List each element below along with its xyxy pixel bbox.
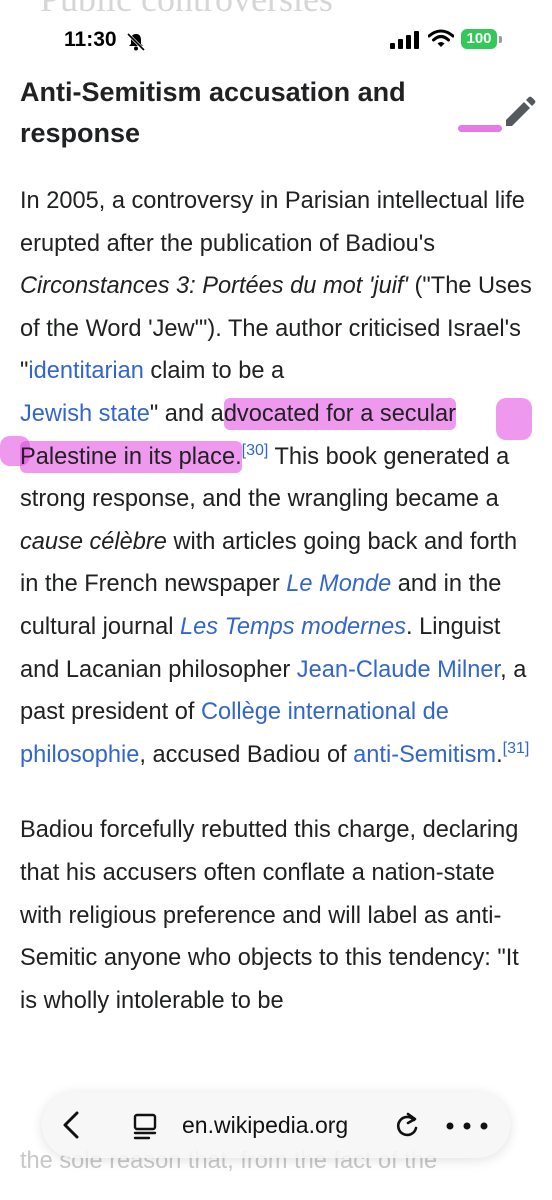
reader-icon[interactable] bbox=[132, 1112, 160, 1140]
link-jean-claude-milner[interactable]: Jean-Claude Milner bbox=[297, 657, 500, 683]
article-body: In 2005, a controversy in Parisian intel… bbox=[20, 180, 535, 1022]
reference-30[interactable]: [30] bbox=[242, 442, 269, 459]
wifi-icon bbox=[428, 29, 454, 47]
battery-icon: 100 bbox=[461, 29, 497, 49]
pencil-icon[interactable] bbox=[502, 96, 536, 130]
signal-icon bbox=[390, 31, 419, 49]
text: In 2005, a controversy in Parisian intel… bbox=[20, 188, 525, 257]
section-heading: Anti-Semitism accusation and response bbox=[20, 77, 406, 148]
paragraph: In 2005, a controversy in Parisian intel… bbox=[20, 180, 535, 776]
url-text[interactable]: en.wikipedia.org bbox=[182, 1112, 348, 1139]
link-anti-semitism[interactable]: anti-Semitism bbox=[353, 742, 496, 768]
emphasis: cause célèbre bbox=[20, 528, 167, 555]
reload-icon[interactable] bbox=[394, 1111, 420, 1139]
book-title: Circonstances 3: Portées du mot 'juif' bbox=[20, 273, 408, 300]
link-jewish-state[interactable]: Jewish state bbox=[20, 401, 150, 427]
address-bar[interactable]: en.wikipedia.org bbox=[42, 1092, 510, 1158]
battery-tip bbox=[499, 36, 502, 43]
reference-31[interactable]: [31] bbox=[503, 740, 530, 757]
clock: 11:30 bbox=[64, 28, 117, 51]
link-le-monde[interactable]: Le Monde bbox=[286, 571, 391, 597]
text: claim to be a bbox=[143, 358, 285, 385]
more-icon[interactable] bbox=[442, 1114, 492, 1138]
status-bar: 11:30 100 bbox=[0, 26, 552, 58]
link-les-temps-modernes[interactable]: Les Temps modernes bbox=[180, 614, 406, 640]
highlight-mark bbox=[458, 125, 502, 132]
text: " and a bbox=[149, 400, 224, 427]
background-section-heading: Public controversies bbox=[40, 0, 333, 20]
bell-slash-icon bbox=[126, 32, 146, 52]
text: , accused Badiou of bbox=[139, 741, 354, 768]
paragraph: Badiou forcefully rebutted this charge, … bbox=[20, 817, 519, 1014]
back-chevron-icon[interactable] bbox=[60, 1110, 82, 1140]
link-identitarian[interactable]: identitarian bbox=[28, 358, 143, 384]
